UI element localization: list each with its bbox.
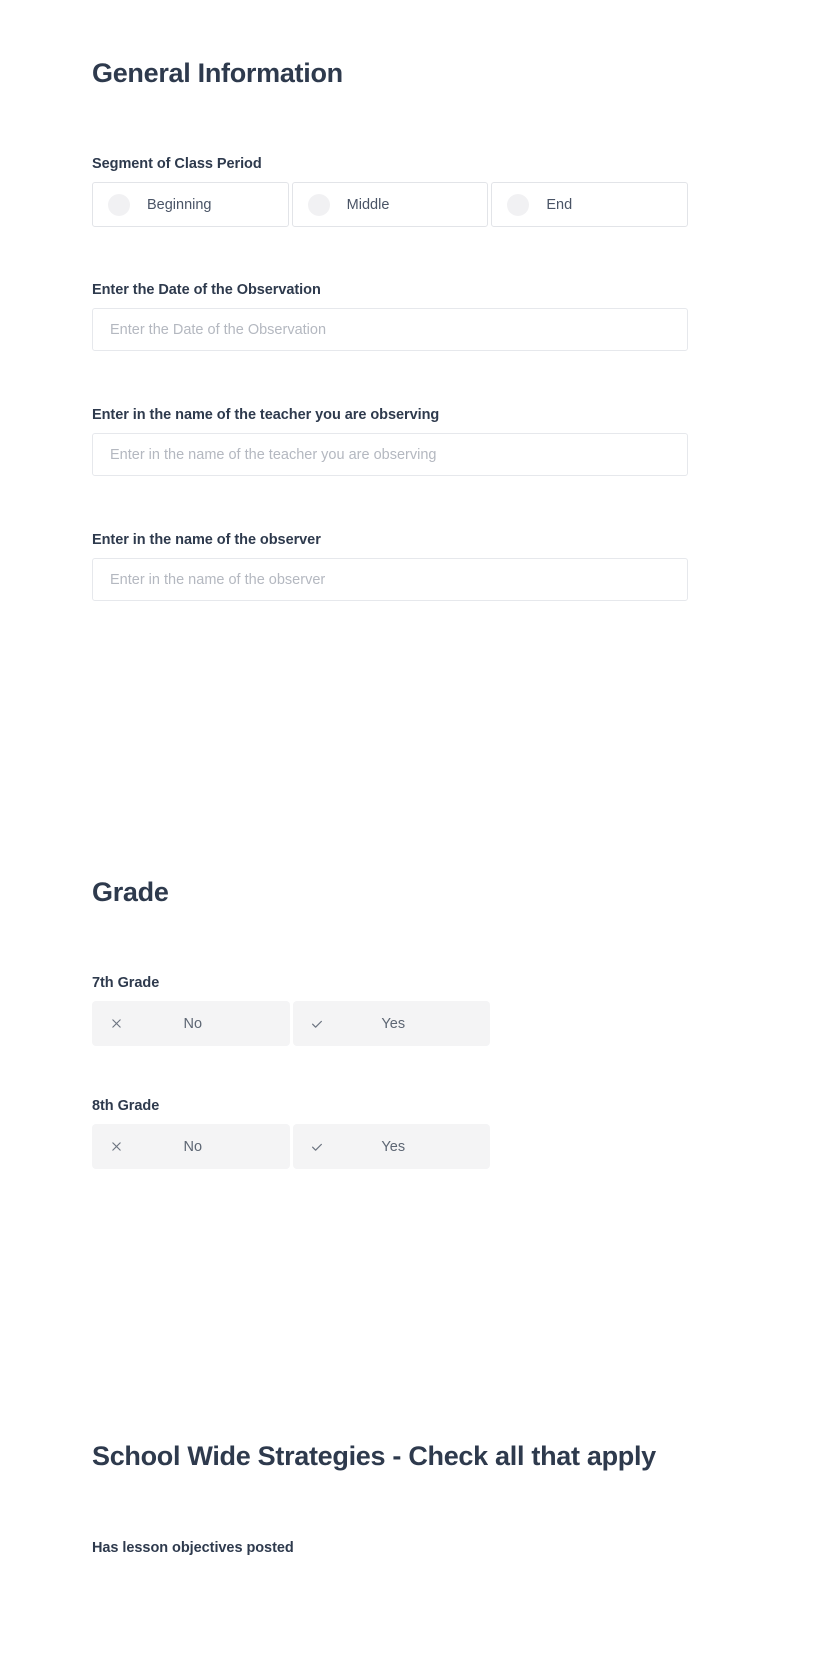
observer-name-label: Enter in the name of the observer (92, 532, 321, 548)
general-information-section: General Information (92, 58, 692, 89)
observation-date-label: Enter the Date of the Observation (92, 282, 321, 298)
teacher-name-label: Enter in the name of the teacher you are… (92, 407, 440, 423)
grade-8th-yes-label: Yes (381, 1138, 406, 1155)
grade-7th-no-label: No (183, 1015, 203, 1032)
page-title: General Information (92, 58, 343, 88)
segment-options-row: Beginning Middle End (92, 182, 689, 228)
lesson-objectives-label: Has lesson objectives posted (92, 1540, 294, 1556)
check-icon (309, 1139, 325, 1155)
grade-heading: Grade (92, 877, 169, 907)
observer-name-input[interactable] (92, 558, 688, 602)
grade-8th-yes-button[interactable]: Yes (292, 1124, 490, 1170)
school-wide-strategies-heading: School Wide Strategies - Check all that … (92, 1441, 656, 1471)
segment-of-class-period-field: Segment of Class Period Beginning Middle… (92, 156, 692, 228)
grade-8th-toggle-row: No Yes (92, 1124, 490, 1170)
close-icon (108, 1016, 124, 1032)
grade-8th-no-button[interactable]: No (92, 1124, 290, 1170)
form-page: General Information Segment of Class Per… (0, 0, 840, 1680)
observer-name-field: Enter in the name of the observer (92, 532, 692, 602)
radio-unchecked-icon (507, 193, 530, 216)
close-icon (108, 1139, 124, 1155)
segment-option-label: Middle (346, 196, 390, 213)
observation-date-field: Enter the Date of the Observation (92, 282, 692, 352)
teacher-name-field: Enter in the name of the teacher you are… (92, 407, 692, 477)
grade-7th-no-button[interactable]: No (92, 1001, 290, 1047)
segment-label: Segment of Class Period (92, 156, 262, 172)
segment-option-middle[interactable]: Middle (291, 182, 489, 228)
lesson-objectives-field: Has lesson objectives posted (92, 1540, 692, 1566)
segment-option-label: Beginning (147, 196, 212, 213)
grade-8th-no-label: No (183, 1138, 203, 1155)
segment-option-beginning[interactable]: Beginning (92, 182, 289, 228)
grade-section: Grade (92, 877, 692, 908)
radio-unchecked-icon (307, 193, 330, 216)
grade-7th-toggle-row: No Yes (92, 1001, 490, 1047)
teacher-name-input[interactable] (92, 433, 688, 477)
grade-7th-yes-label: Yes (381, 1015, 406, 1032)
segment-option-end[interactable]: End (491, 182, 689, 228)
grade-7th-field: 7th Grade No Yes (92, 975, 692, 1047)
grade-7th-label: 7th Grade (92, 975, 160, 991)
grade-8th-label: 8th Grade (92, 1098, 160, 1114)
radio-unchecked-icon (108, 193, 130, 216)
check-icon (309, 1016, 325, 1032)
grade-8th-field: 8th Grade No Yes (92, 1098, 692, 1170)
grade-7th-yes-button[interactable]: Yes (292, 1001, 490, 1047)
school-wide-strategies-section: School Wide Strategies - Check all that … (92, 1441, 732, 1472)
segment-option-label: End (546, 196, 573, 213)
observation-date-input[interactable] (92, 308, 688, 352)
